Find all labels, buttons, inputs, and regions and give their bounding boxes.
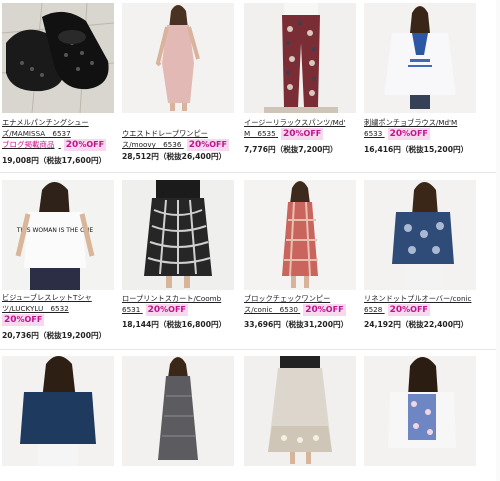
product-name[interactable]: イージーリラックスパンツ/Md' M 6535 20%OFF: [244, 117, 345, 140]
patterned-pants-image: [244, 3, 356, 113]
product-price: 18,144円（税抜16,800円）: [122, 320, 227, 329]
product-price: 16,416円（税抜15,200円）: [364, 145, 469, 154]
discount-badge: 20%OFF: [387, 128, 430, 140]
product-image[interactable]: [122, 3, 234, 113]
product-name[interactable]: リネンドットプルオーバー/conic 6528 20%OFF: [364, 293, 471, 316]
pink-dress-image: [122, 3, 234, 113]
product-name[interactable]: エナメルパンチングシュー ズ/MAMISSA 6537 ブログ掲載商品 20%O…: [2, 117, 107, 151]
product-image[interactable]: [122, 180, 234, 290]
discount-badge: 20%OFF: [186, 139, 229, 151]
discount-badge: 20%OFF: [303, 304, 346, 316]
linen-dot-pullover-image: [364, 180, 476, 290]
block-check-dress-image: [244, 180, 356, 290]
product-image[interactable]: [2, 3, 114, 113]
discount-badge: 20%OFF: [2, 314, 45, 326]
discount-badge: 20%OFF: [63, 139, 107, 151]
tshirt-image: THIS WOMAN IS THE ONE: [2, 180, 114, 290]
product-image[interactable]: [364, 180, 476, 290]
product-image[interactable]: [122, 356, 234, 466]
rope-print-skirt-image: [122, 180, 234, 290]
product-card[interactable]: [2, 356, 114, 481]
discount-badge: 20%OFF: [280, 128, 324, 140]
product-image[interactable]: [364, 356, 476, 466]
product-image[interactable]: [364, 3, 476, 113]
discount-badge: 20%OFF: [387, 304, 430, 316]
product-card[interactable]: ロープリントスカート/Coomb 6531 20%OFF 18,144円（税抜1…: [122, 180, 234, 345]
product-card[interactable]: ウエストドレープワンピー ス/moovy 6536 20%OFF 28,512円…: [122, 3, 234, 163]
product-grid: エナメルパンチングシュー ズ/MAMISSA 6537 ブログ掲載商品 20%O…: [0, 0, 500, 481]
product-card[interactable]: 刺繍ポンチョブラウス/Md'M 6533 20%OFF 16,416円（税抜15…: [364, 3, 476, 163]
product-image[interactable]: [244, 3, 356, 113]
product-price: 28,512円（税抜26,400円）: [122, 152, 227, 161]
product-image[interactable]: [244, 356, 356, 466]
blog-featured-tag: ブログ掲載商品: [2, 140, 55, 149]
product-card[interactable]: [122, 356, 234, 481]
product-card[interactable]: [244, 356, 356, 481]
product-name[interactable]: ブロックチェックワンピー ス/conic 6530 20%OFF: [244, 293, 346, 316]
product-image[interactable]: [2, 356, 114, 466]
product-card[interactable]: リネンドットプルオーバー/conic 6528 20%OFF 24,192円（税…: [364, 180, 476, 345]
floral-cardigan-image: [364, 356, 476, 466]
product-name[interactable]: ロープリントスカート/Coomb 6531 20%OFF: [122, 293, 221, 316]
discount-badge: 20%OFF: [145, 304, 188, 316]
product-price: 20,736円（税抜19,200円）: [2, 331, 107, 340]
poncho-blouse-image: [364, 3, 476, 113]
product-price: 33,696円（税抜31,200円）: [244, 320, 349, 329]
product-name[interactable]: 刺繍ポンチョブラウス/Md'M 6533 20%OFF: [364, 117, 457, 140]
shoes-image: [2, 3, 114, 113]
product-image[interactable]: [244, 180, 356, 290]
product-card[interactable]: [364, 356, 476, 481]
grey-dress-image: [122, 356, 234, 466]
svg-text:THIS WOMAN IS THE ONE: THIS WOMAN IS THE ONE: [16, 227, 94, 234]
product-card[interactable]: ブロックチェックワンピー ス/conic 6530 20%OFF 33,696円…: [244, 180, 356, 345]
product-price: 24,192円（税抜22,400円）: [364, 320, 469, 329]
product-name[interactable]: ウエストドレープワンピー ス/moovy 6536 20%OFF: [122, 128, 229, 151]
product-image[interactable]: THIS WOMAN IS THE ONE: [2, 180, 114, 290]
product-card[interactable]: エナメルパンチングシュー ズ/MAMISSA 6537 ブログ掲載商品 20%O…: [2, 3, 114, 165]
navy-blouse-image: [2, 356, 114, 466]
product-card[interactable]: THIS WOMAN IS THE ONE ビジューブレスレットTシャ ツ/LU…: [2, 180, 114, 345]
beige-skirt-image: [244, 356, 356, 466]
product-card[interactable]: イージーリラックスパンツ/Md' M 6535 20%OFF 7,776円（税抜…: [244, 3, 356, 163]
row-divider: [0, 349, 500, 350]
product-name[interactable]: ビジューブレスレットTシャ ツ/LUCKYLU 6532 20%OFF: [2, 292, 92, 326]
scrollbar[interactable]: [496, 0, 500, 481]
product-price: 19,008円（税抜17,600円）: [2, 156, 107, 165]
row-divider: [0, 172, 500, 173]
product-price: 7,776円（税抜7,200円）: [244, 145, 338, 154]
